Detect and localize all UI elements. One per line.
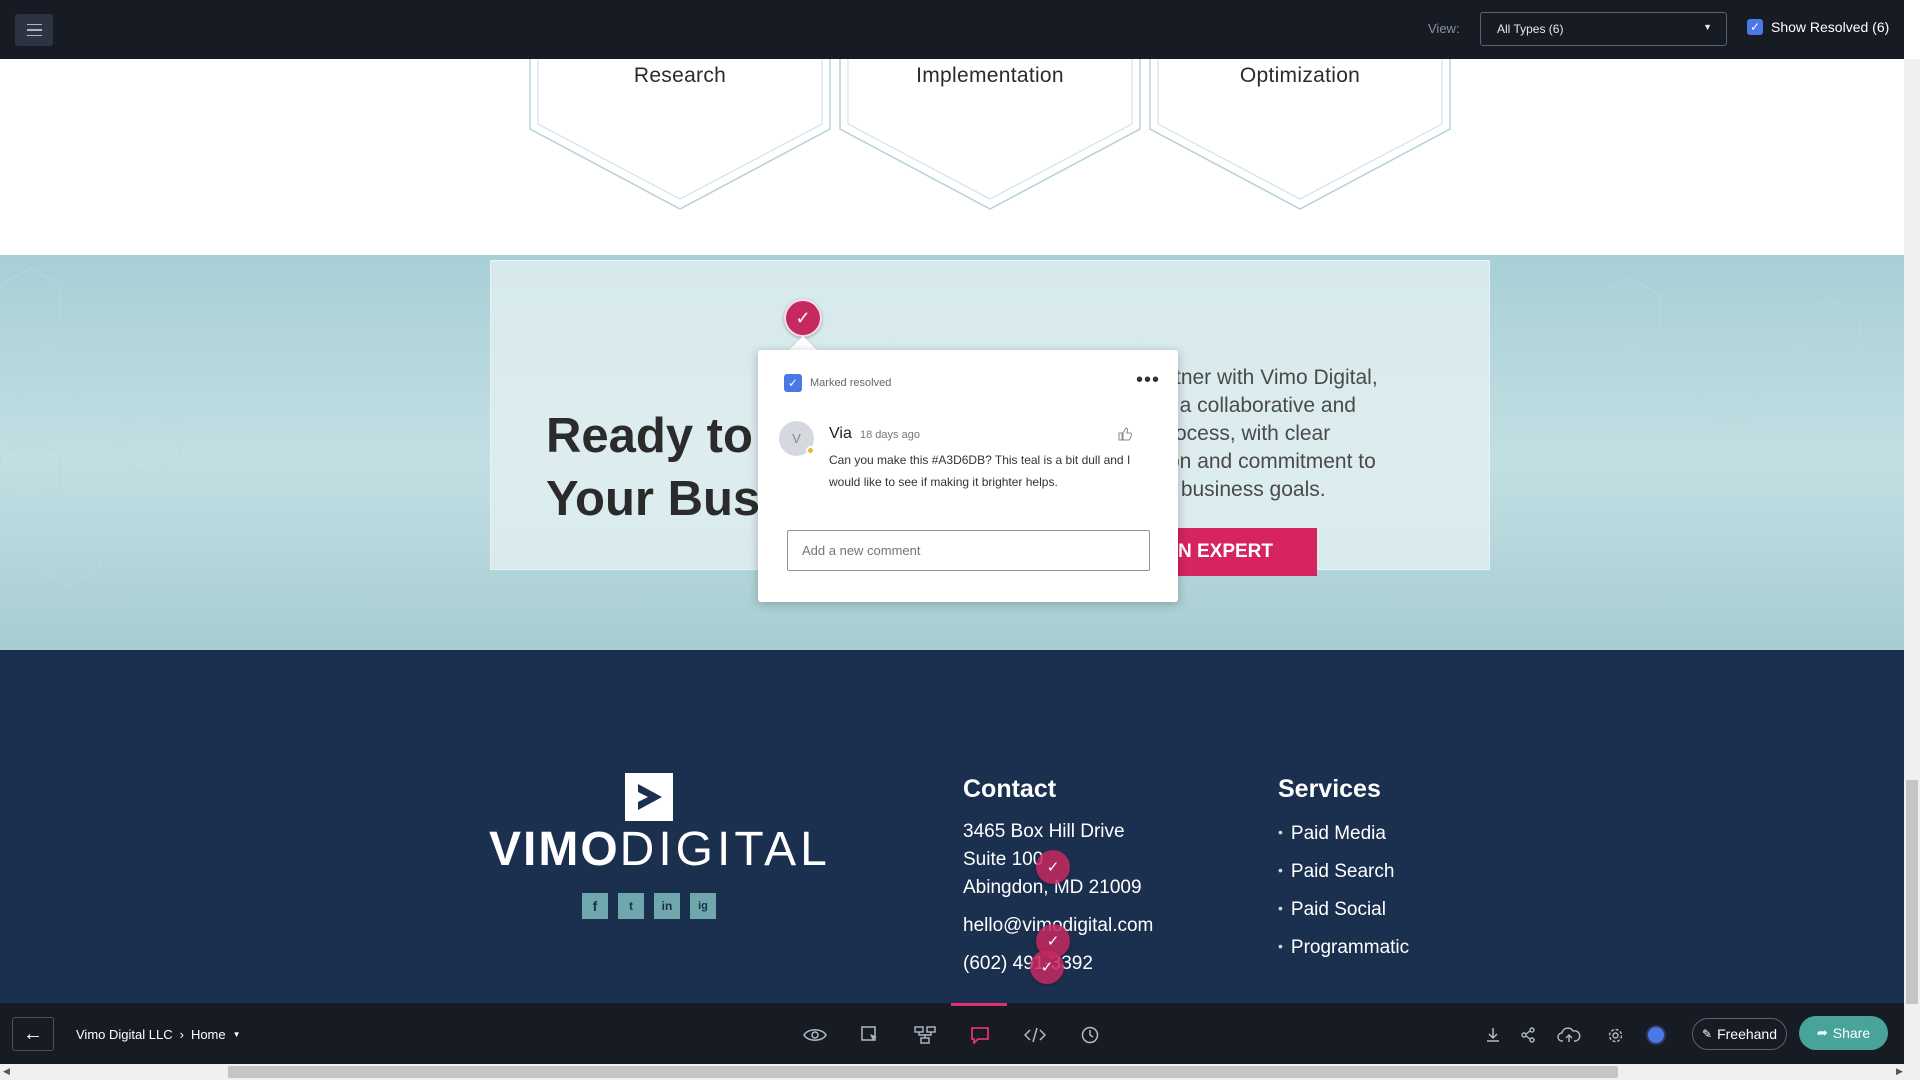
sitemap-icon[interactable] — [907, 1020, 943, 1050]
eye-preview-icon[interactable] — [797, 1020, 833, 1050]
logo-light-text: DIGITAL — [619, 823, 831, 876]
cta-body-line: t a collaborative and — [1168, 394, 1356, 417]
thumbs-up-icon[interactable] — [1118, 427, 1133, 444]
share-nodes-icon[interactable] — [1514, 1020, 1542, 1050]
address-line2: Suite 100 — [963, 849, 1044, 870]
cta-body-line: rtner with Vimo Digital, — [1168, 366, 1378, 389]
gear-icon[interactable] — [1601, 1020, 1629, 1050]
share-label: Share — [1832, 1025, 1871, 1041]
instagram-icon[interactable]: ig — [690, 893, 716, 919]
view-select-value: All Types (6) — [1497, 22, 1564, 36]
breadcrumb-page[interactable]: Home — [191, 1027, 226, 1042]
comment-author: Via — [829, 425, 852, 442]
chevron-down-icon[interactable]: ▼ — [233, 1030, 241, 1039]
show-resolved-toggle[interactable]: ✓ Show Resolved (6) — [1747, 19, 1889, 35]
vimo-logo-wordmark: VIMODIGITAL — [489, 822, 831, 877]
contact-phone-link[interactable]: (602) 491-3392 — [963, 953, 1093, 975]
inspect-icon[interactable] — [852, 1020, 888, 1050]
step-label-research: Research — [633, 64, 727, 87]
chevron-down-icon: ▼ — [1703, 22, 1712, 32]
service-link-programmatic[interactable]: Programmatic — [1278, 937, 1409, 959]
checkbox-checked-icon[interactable]: ✓ — [1747, 19, 1763, 35]
service-link-paid-media[interactable]: Paid Media — [1278, 823, 1386, 845]
cta-body-line: r business goals. — [1168, 478, 1326, 501]
chevron-right-icon: › — [179, 1027, 184, 1042]
scroll-left-arrow-icon[interactable]: ◀ — [3, 1066, 10, 1077]
back-arrow-icon[interactable]: ← — [12, 1017, 54, 1051]
service-link-paid-search[interactable]: Paid Search — [1278, 861, 1395, 883]
view-label: View: — [1428, 21, 1460, 36]
view-type-select[interactable]: All Types (6) ▼ — [1480, 12, 1727, 46]
vertical-scrollbar-thumb[interactable] — [1906, 780, 1918, 1004]
comment-text: Can you make this #A3D6DB? This teal is … — [829, 453, 1131, 489]
breadcrumb: Vimo Digital LLC › Home ▼ — [76, 1027, 241, 1042]
freehand-button[interactable]: ✎ Freehand — [1692, 1018, 1787, 1050]
vimo-logo-mark — [625, 773, 673, 821]
code-icon[interactable] — [1017, 1020, 1053, 1050]
pen-icon: ✎ — [1702, 1027, 1713, 1041]
step-label-implementation: Implementation — [916, 64, 1064, 87]
marked-resolved-label: Marked resolved — [810, 377, 892, 389]
new-comment-input[interactable] — [787, 530, 1150, 571]
contact-heading: Contact — [963, 775, 1057, 803]
history-clock-icon[interactable] — [1072, 1020, 1108, 1050]
share-arrow-icon: ➦ — [1816, 1025, 1828, 1040]
twitter-icon[interactable]: t — [618, 893, 644, 919]
service-link-paid-social[interactable]: Paid Social — [1278, 899, 1386, 921]
show-resolved-label: Show Resolved (6) — [1771, 19, 1890, 35]
facebook-icon[interactable]: f — [582, 893, 608, 919]
comment-pin-resolved-icon[interactable]: ✓ — [1030, 950, 1064, 984]
services-heading: Services — [1278, 775, 1381, 803]
share-button[interactable]: ➦ Share — [1799, 1016, 1888, 1050]
active-tab-indicator — [951, 1003, 1007, 1006]
marked-resolved-toggle[interactable]: ✓ Marked resolved — [784, 374, 891, 392]
cta-body-text: rtner with Vimo Digital, t a collaborati… — [1168, 364, 1428, 504]
cloud-upload-icon[interactable] — [1555, 1020, 1583, 1050]
scroll-right-arrow-icon[interactable]: ▶ — [1896, 1066, 1903, 1077]
more-options-icon[interactable]: ••• — [1136, 370, 1160, 390]
comment-timestamp: 18 days ago — [860, 429, 920, 441]
checkbox-checked-icon[interactable]: ✓ — [784, 374, 802, 392]
address-line1: 3465 Box Hill Drive — [963, 821, 1125, 842]
user-avatar[interactable] — [1646, 1025, 1666, 1045]
comment-icon[interactable] — [962, 1020, 998, 1050]
status-dot-icon — [806, 446, 815, 455]
comment-pin-resolved-icon[interactable]: ✓ — [784, 299, 822, 337]
breadcrumb-client[interactable]: Vimo Digital LLC — [76, 1027, 173, 1042]
freehand-label: Freehand — [1717, 1026, 1777, 1042]
cta-body-line: rocess, with clear — [1168, 422, 1331, 445]
download-icon[interactable] — [1479, 1020, 1507, 1050]
site-footer — [0, 650, 1904, 1003]
logo-bold-text: VIMO — [489, 823, 620, 876]
hamburger-menu-icon[interactable] — [15, 14, 53, 46]
linkedin-icon[interactable]: in — [654, 893, 680, 919]
comment-pin-resolved-icon[interactable]: ✓ — [1036, 850, 1070, 884]
horizontal-scrollbar-thumb[interactable] — [228, 1066, 1618, 1078]
cta-body-line: on and commitment to — [1168, 450, 1376, 473]
step-label-optimization: Optimization — [1239, 64, 1361, 87]
